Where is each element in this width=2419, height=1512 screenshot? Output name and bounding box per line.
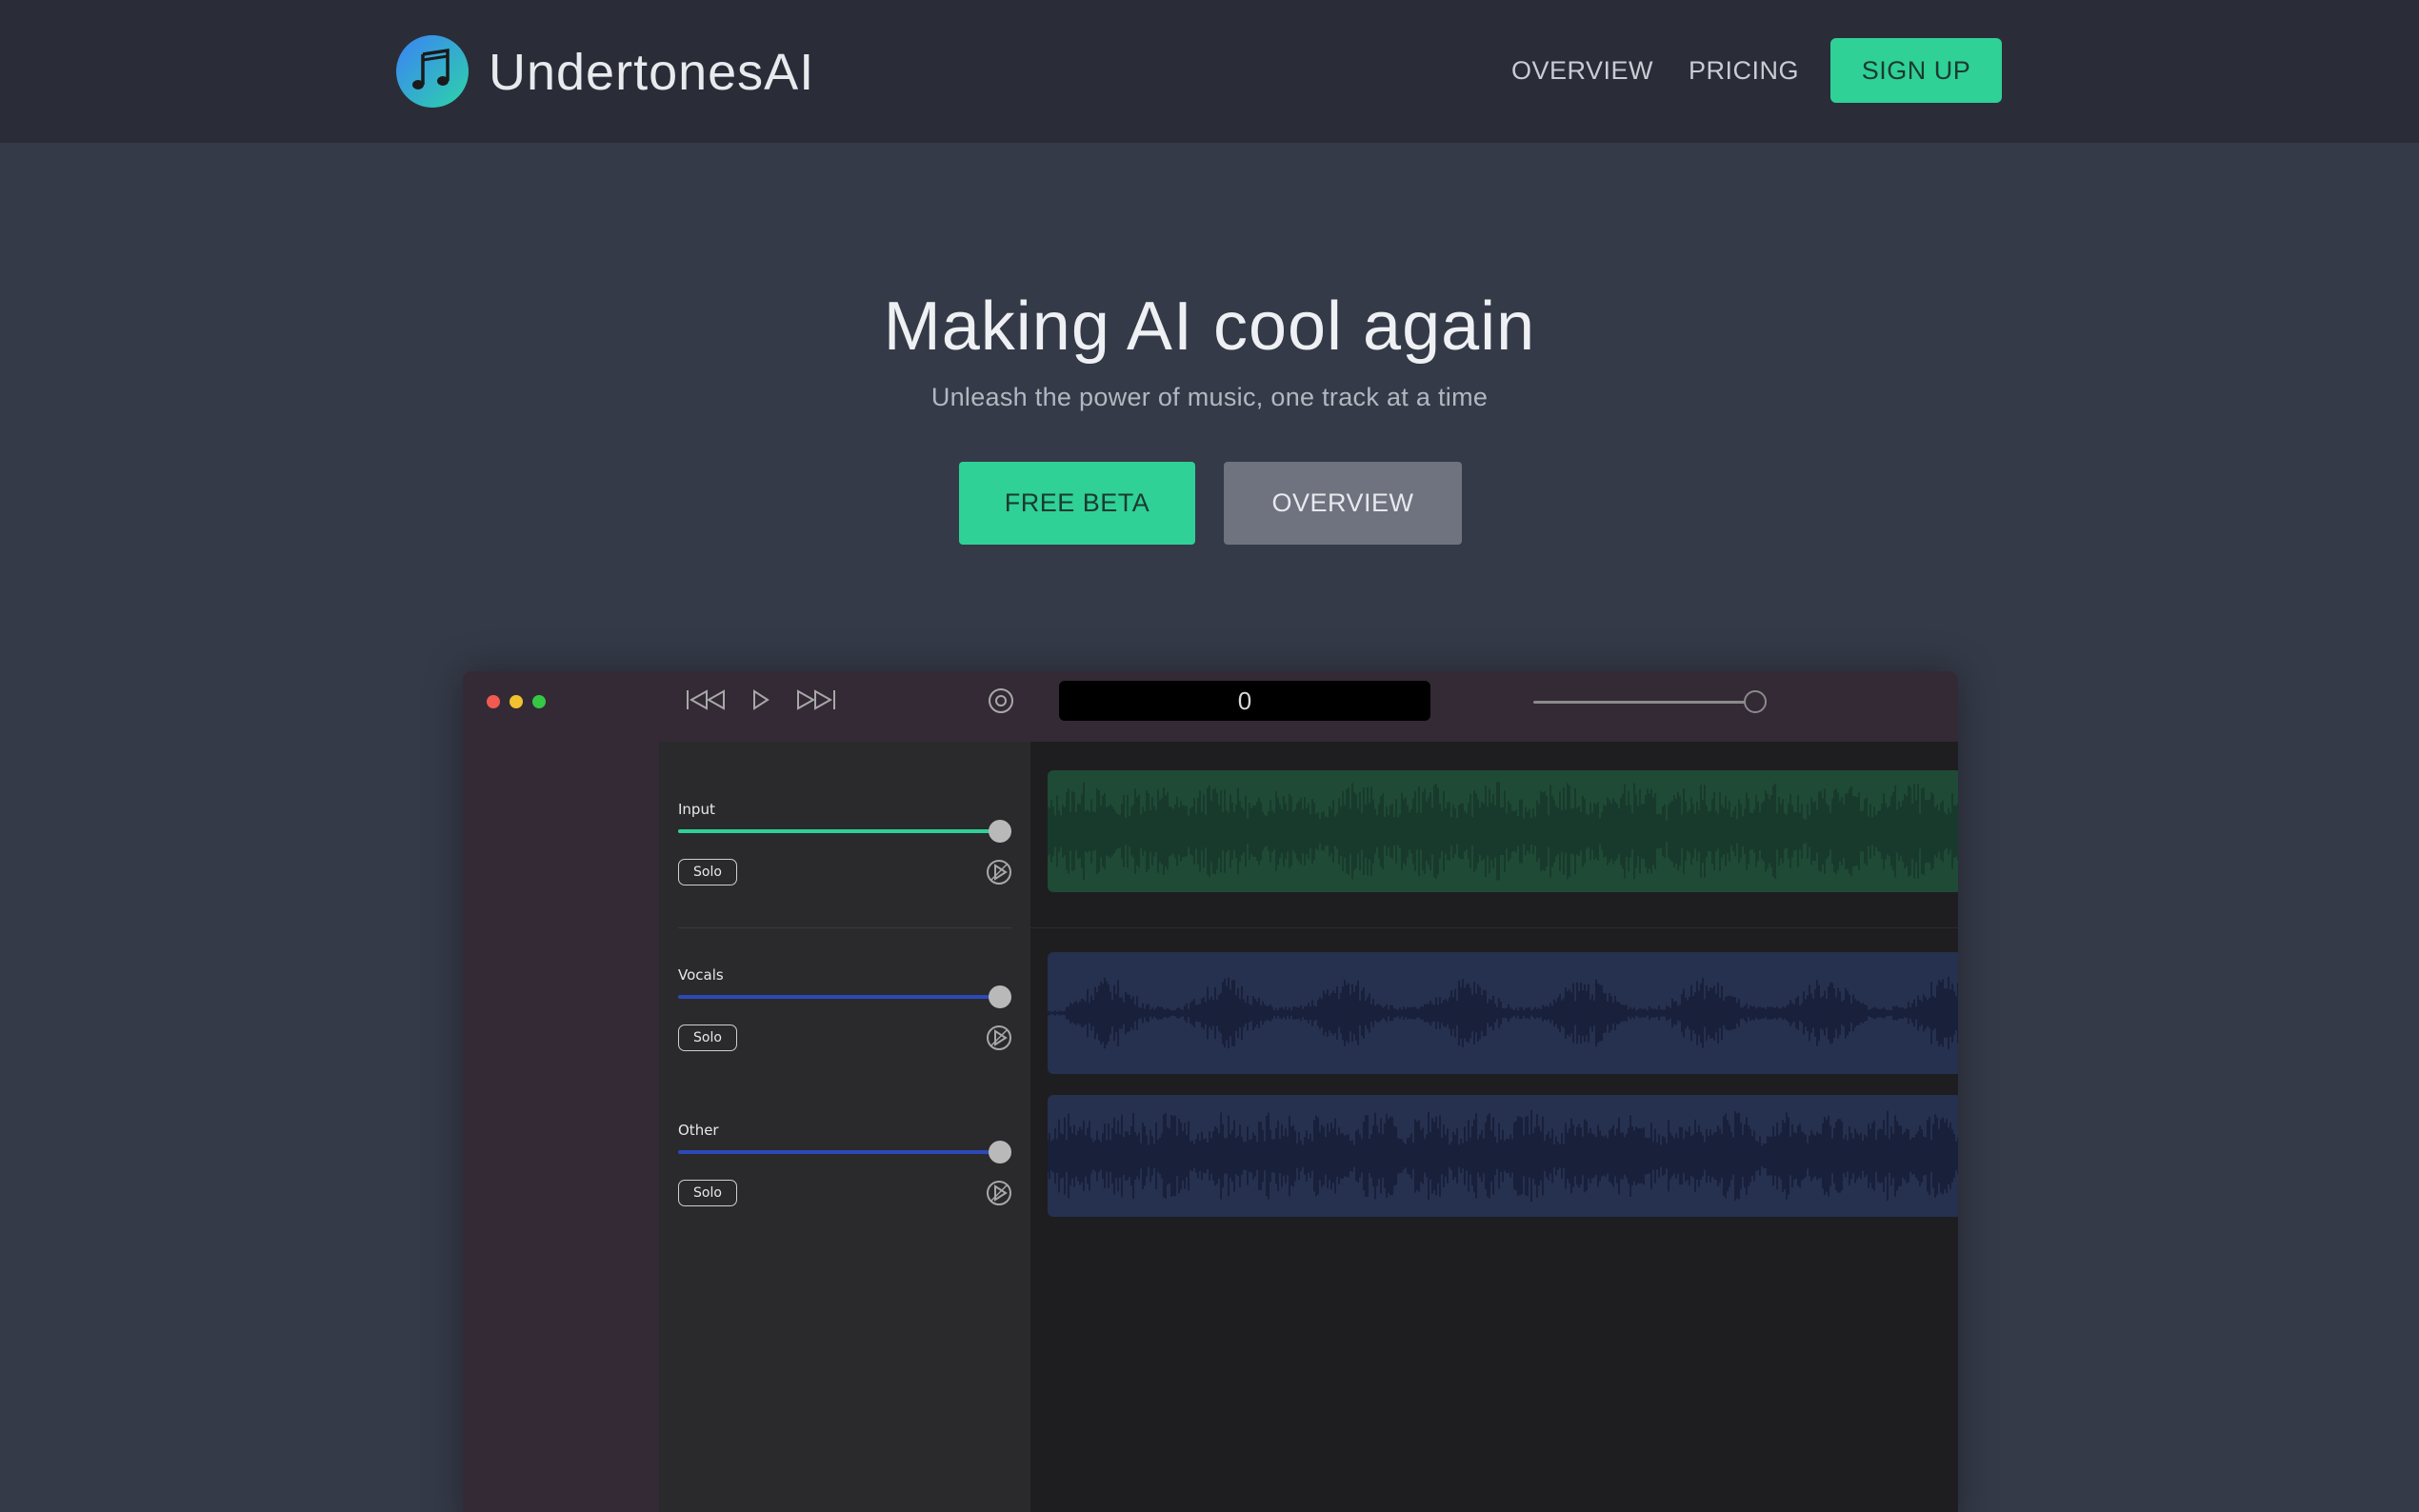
waveform-path	[1048, 782, 1958, 881]
nav-pricing-link[interactable]: PRICING	[1689, 55, 1799, 86]
zoom-slider-handle[interactable]	[1744, 690, 1767, 713]
waveform-input-graphic	[1048, 782, 1958, 881]
volume-handle-other[interactable]	[989, 1141, 1011, 1164]
play-icon[interactable]	[749, 686, 773, 714]
track-name-other: Other	[678, 1122, 719, 1139]
volume-handle-input[interactable]	[989, 820, 1011, 843]
sign-up-button[interactable]: SIGN UP	[1830, 38, 2002, 103]
volume-slider-other[interactable]	[678, 1150, 1002, 1154]
free-beta-button[interactable]: FREE BETA	[959, 462, 1195, 545]
mixer-divider	[678, 927, 1011, 928]
window-close-dot[interactable]	[487, 695, 500, 708]
volume-slider-input[interactable]	[678, 829, 1002, 833]
waveform-path	[1048, 977, 1958, 1049]
rewind-icon[interactable]	[684, 686, 728, 714]
top-nav: UndertonesAI OVERVIEW PRICING SIGN UP	[0, 0, 2419, 143]
time-counter: 0	[1059, 681, 1430, 721]
lane-divider	[1030, 927, 1958, 928]
music-note-icon	[412, 48, 450, 90]
solo-button-other[interactable]: Solo	[678, 1180, 737, 1206]
waveform-input[interactable]	[1048, 770, 1958, 892]
solo-button-vocals[interactable]: Solo	[678, 1025, 737, 1051]
waveform-vocals[interactable]	[1048, 952, 1958, 1074]
track-name-input: Input	[678, 801, 715, 818]
app-sidebar	[463, 742, 659, 1512]
volume-slider-vocals[interactable]	[678, 995, 1002, 999]
volume-handle-vocals[interactable]	[989, 985, 1011, 1008]
record-icon[interactable]	[987, 686, 1015, 714]
mute-icon[interactable]	[985, 858, 1013, 886]
app-preview-window: 0 Input Solo Vocals Solo Other Solo	[463, 671, 1958, 1512]
app-titlebar: 0	[463, 671, 1958, 742]
overview-button[interactable]: OVERVIEW	[1224, 462, 1462, 545]
window-zoom-dot[interactable]	[532, 695, 546, 708]
fast-forward-icon[interactable]	[794, 686, 838, 714]
mute-icon[interactable]	[985, 1024, 1013, 1052]
waveform-vocals-graphic	[1048, 977, 1958, 1049]
waveform-path	[1048, 1109, 1958, 1203]
logo[interactable]	[396, 35, 469, 108]
hero-title: Making AI cool again	[883, 288, 1536, 365]
track-mixer: Input Solo Vocals Solo Other Solo	[659, 742, 1030, 1512]
track-lanes	[1030, 742, 1958, 1512]
zoom-slider-track[interactable]	[1533, 701, 1752, 704]
window-minimize-dot[interactable]	[510, 695, 523, 708]
solo-button-input[interactable]: Solo	[678, 859, 737, 885]
nav-overview-link[interactable]: OVERVIEW	[1511, 55, 1653, 86]
track-name-vocals: Vocals	[678, 966, 724, 984]
hero-subtitle: Unleash the power of music, one track at…	[930, 383, 1489, 411]
waveform-other[interactable]	[1048, 1095, 1958, 1217]
waveform-other-graphic	[1048, 1109, 1958, 1203]
brand-name[interactable]: UndertonesAI	[489, 42, 814, 103]
mute-icon[interactable]	[985, 1179, 1013, 1207]
